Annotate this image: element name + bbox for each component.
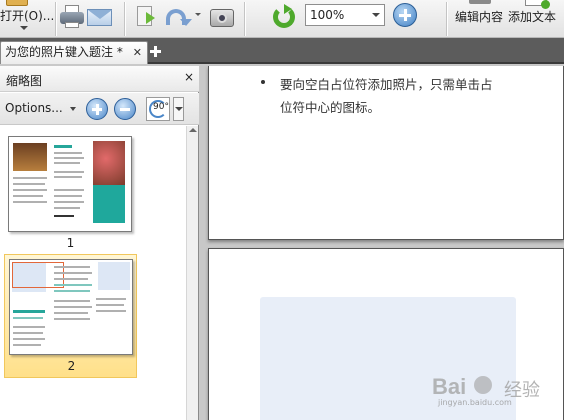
add-text-button[interactable]: 添加文本	[507, 0, 564, 38]
chevron-down-icon[interactable]	[20, 26, 28, 30]
insert-page-button[interactable]	[132, 3, 160, 31]
zoom-in-button[interactable]	[393, 3, 417, 27]
thumbnail-panel: 缩略图 × Options... 90° 1 2	[0, 66, 199, 420]
open-button[interactable]: 打开(O)...	[0, 0, 54, 38]
tab-label: 为您的照片键入题注 *	[5, 45, 123, 59]
folder-icon	[6, 0, 28, 6]
zoom-in-thumbnails-button[interactable]	[86, 98, 108, 120]
thumbnail-image	[8, 136, 132, 232]
toolbar-separator	[55, 2, 56, 36]
scroll-up-icon[interactable]	[189, 128, 197, 132]
zoom-out-thumbnails-button[interactable]	[114, 98, 136, 120]
watermark-url: jingyan.baidu.com	[438, 398, 512, 407]
open-label: 打开(O)...	[0, 9, 55, 23]
scrollbar[interactable]	[186, 126, 198, 420]
panel-toolbar: Options... 90°	[0, 93, 199, 125]
zoom-value: 100%	[310, 8, 345, 22]
rotate-label: 90°	[153, 102, 169, 112]
add-text-label: 添加文本	[508, 10, 557, 24]
rotate-dropdown[interactable]	[173, 97, 184, 121]
instruction-line-2: 位符中心的图标。	[280, 100, 381, 115]
refresh-button[interactable]	[270, 3, 298, 31]
document-page-1: 要向空白占位符添加照片，只需单击占 位符中心的图标。	[208, 66, 564, 240]
close-icon[interactable]: ✕	[133, 42, 142, 63]
page-number: 1	[66, 236, 75, 250]
email-button[interactable]	[86, 3, 114, 31]
arrow-right-icon	[146, 12, 155, 24]
instruction-line-1: 要向空白占位符添加照片，只需单击占	[280, 77, 493, 92]
thumbnail-page-1[interactable]: 1	[4, 132, 137, 256]
bullet-icon	[261, 80, 265, 84]
edit-content-label: 编辑内容	[455, 10, 504, 24]
paw-icon	[474, 376, 492, 394]
thumbnail-list: 1 2	[0, 126, 186, 420]
print-button[interactable]	[58, 3, 86, 31]
close-icon[interactable]: ×	[184, 70, 194, 84]
snapshot-button[interactable]	[208, 3, 236, 31]
chevron-down-icon[interactable]	[70, 107, 76, 111]
toolbar: 打开(O)... 100% 编辑内容 添加文本	[0, 0, 564, 38]
thumbnail-page-2[interactable]: 2	[4, 254, 137, 378]
document-view: 要向空白占位符添加照片，只需单击占 位符中心的图标。	[200, 66, 564, 420]
thumbnail-image	[9, 259, 133, 355]
watermark-brand: Bai	[432, 374, 467, 399]
new-tab-icon[interactable]	[150, 45, 162, 57]
instruction-text[interactable]: 要向空白占位符添加照片，只需单击占 位符中心的图标。	[280, 73, 526, 119]
rotate-button[interactable]: 90°	[146, 97, 170, 121]
toolbar-separator	[244, 2, 245, 36]
tab-bar: 为您的照片键入题注 * ✕	[0, 38, 564, 64]
chevron-down-icon	[372, 13, 380, 17]
zoom-select[interactable]: 100%	[305, 4, 385, 26]
edit-content-button[interactable]: 编辑内容	[455, 0, 507, 38]
panel-title: 缩略图	[6, 74, 43, 88]
toolbar-separator	[124, 2, 125, 36]
page-number: 2	[67, 359, 76, 373]
panel-header: 缩略图 ×	[0, 66, 199, 92]
options-menu[interactable]: Options...	[5, 101, 63, 115]
edit-icon	[469, 0, 491, 4]
watermark: Bai 经验 jingyan.baidu.com	[432, 372, 564, 408]
tab-document[interactable]: 为您的照片键入题注 * ✕	[0, 41, 148, 64]
redo-dropdown-icon[interactable]	[195, 13, 201, 16]
toolbar-separator	[446, 2, 447, 36]
redo-button[interactable]	[162, 3, 192, 31]
